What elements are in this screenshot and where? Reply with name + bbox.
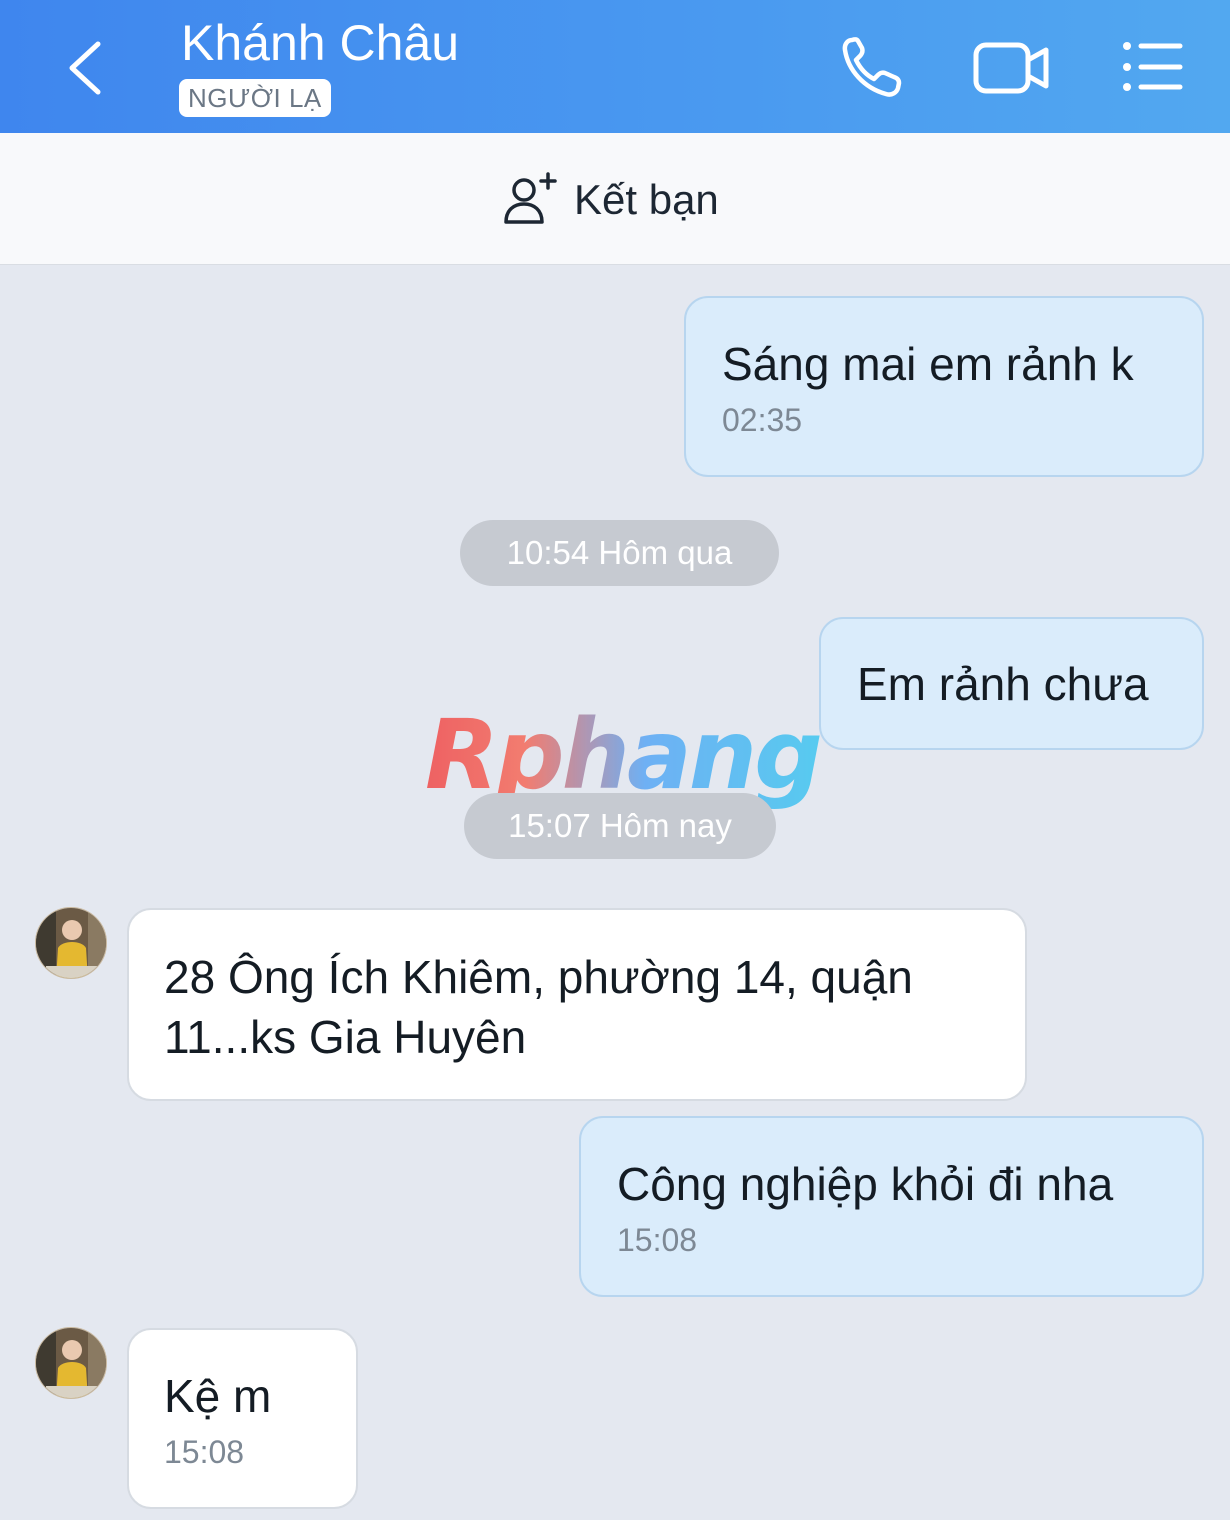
message-text: Em rảnh chưa: [857, 658, 1149, 710]
date-divider: 10:54 Hôm qua: [460, 520, 779, 586]
message-incoming[interactable]: 28 Ông Ích Khiêm, phường 14, quận 11...k…: [127, 908, 1027, 1101]
menu-icon: [1123, 42, 1183, 91]
video-call-button[interactable]: [966, 30, 1056, 106]
message-time: 02:35: [722, 402, 803, 438]
voice-call-button[interactable]: [830, 30, 920, 106]
avatar-photo-icon: [36, 908, 106, 978]
message-time: 15:08: [617, 1222, 698, 1258]
stranger-badge: NGƯỜI LẠ: [179, 79, 331, 117]
video-icon: [973, 42, 1049, 94]
chat-header: Khánh Châu NGƯỜI LẠ: [0, 0, 1230, 133]
message-text: Kệ m: [164, 1370, 272, 1422]
phone-icon: [842, 37, 902, 97]
back-button[interactable]: [52, 30, 122, 106]
message-outgoing[interactable]: Công nghiệp khỏi đi nha 15:08: [579, 1116, 1204, 1297]
avatar-photo-icon: [36, 1328, 106, 1398]
add-person-icon: [504, 172, 557, 224]
message-text: Công nghiệp khỏi đi nha: [617, 1158, 1114, 1210]
message-outgoing[interactable]: Em rảnh chưa: [819, 617, 1204, 750]
contact-name[interactable]: Khánh Châu: [181, 14, 459, 72]
message-text: Sáng mai em rảnh k: [722, 338, 1134, 390]
avatar[interactable]: [35, 907, 107, 979]
message-text-line: 28 Ông Ích Khiêm, phường 14, quận: [164, 951, 913, 1003]
avatar[interactable]: [35, 1327, 107, 1399]
message-text-line: 11...ks Gia Huyên: [164, 1011, 527, 1063]
menu-button[interactable]: [1106, 30, 1196, 106]
message-outgoing[interactable]: Sáng mai em rảnh k 02:35: [684, 296, 1204, 477]
date-divider: 15:07 Hôm nay: [464, 793, 776, 859]
add-friend-button[interactable]: Kết bạn: [500, 170, 719, 230]
back-icon: [69, 41, 101, 95]
add-friend-label: Kết bạn: [574, 176, 719, 223]
message-incoming[interactable]: Kệ m 15:08: [127, 1328, 358, 1509]
message-time: 15:08: [164, 1434, 245, 1470]
